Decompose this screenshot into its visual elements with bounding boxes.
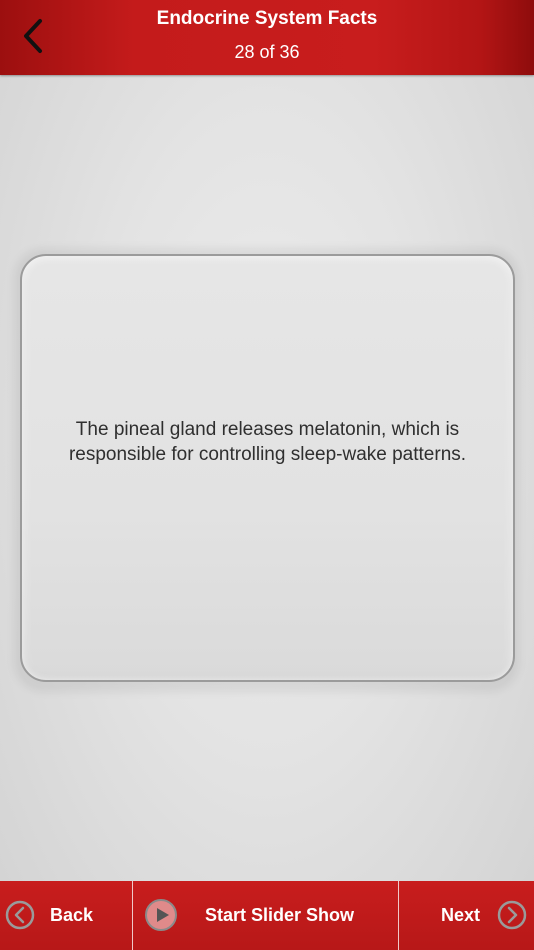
fact-text: The pineal gland releases melatonin, whi… xyxy=(68,419,467,465)
slideshow-button-label: Start Slider Show xyxy=(205,905,355,925)
chevron-left-circle-icon xyxy=(5,900,35,930)
fact-counter: 28 of 36 xyxy=(234,42,300,62)
page-title: Endocrine System Facts xyxy=(156,8,378,29)
footer-toolbar: Back Start Slider Show Next xyxy=(0,881,534,950)
fact-card: The pineal gland releases melatonin, whi… xyxy=(20,254,515,682)
chevron-right-circle-icon xyxy=(497,900,527,930)
header-bar: Endocrine System Facts 28 of 36 xyxy=(0,0,534,75)
start-slideshow-button[interactable]: Start Slider Show xyxy=(133,881,398,950)
next-button-label: Next xyxy=(441,905,481,925)
back-button-label: Back xyxy=(50,905,94,925)
back-button[interactable]: Back xyxy=(0,881,132,950)
next-button[interactable]: Next xyxy=(399,881,534,950)
play-circle-icon xyxy=(144,898,178,932)
